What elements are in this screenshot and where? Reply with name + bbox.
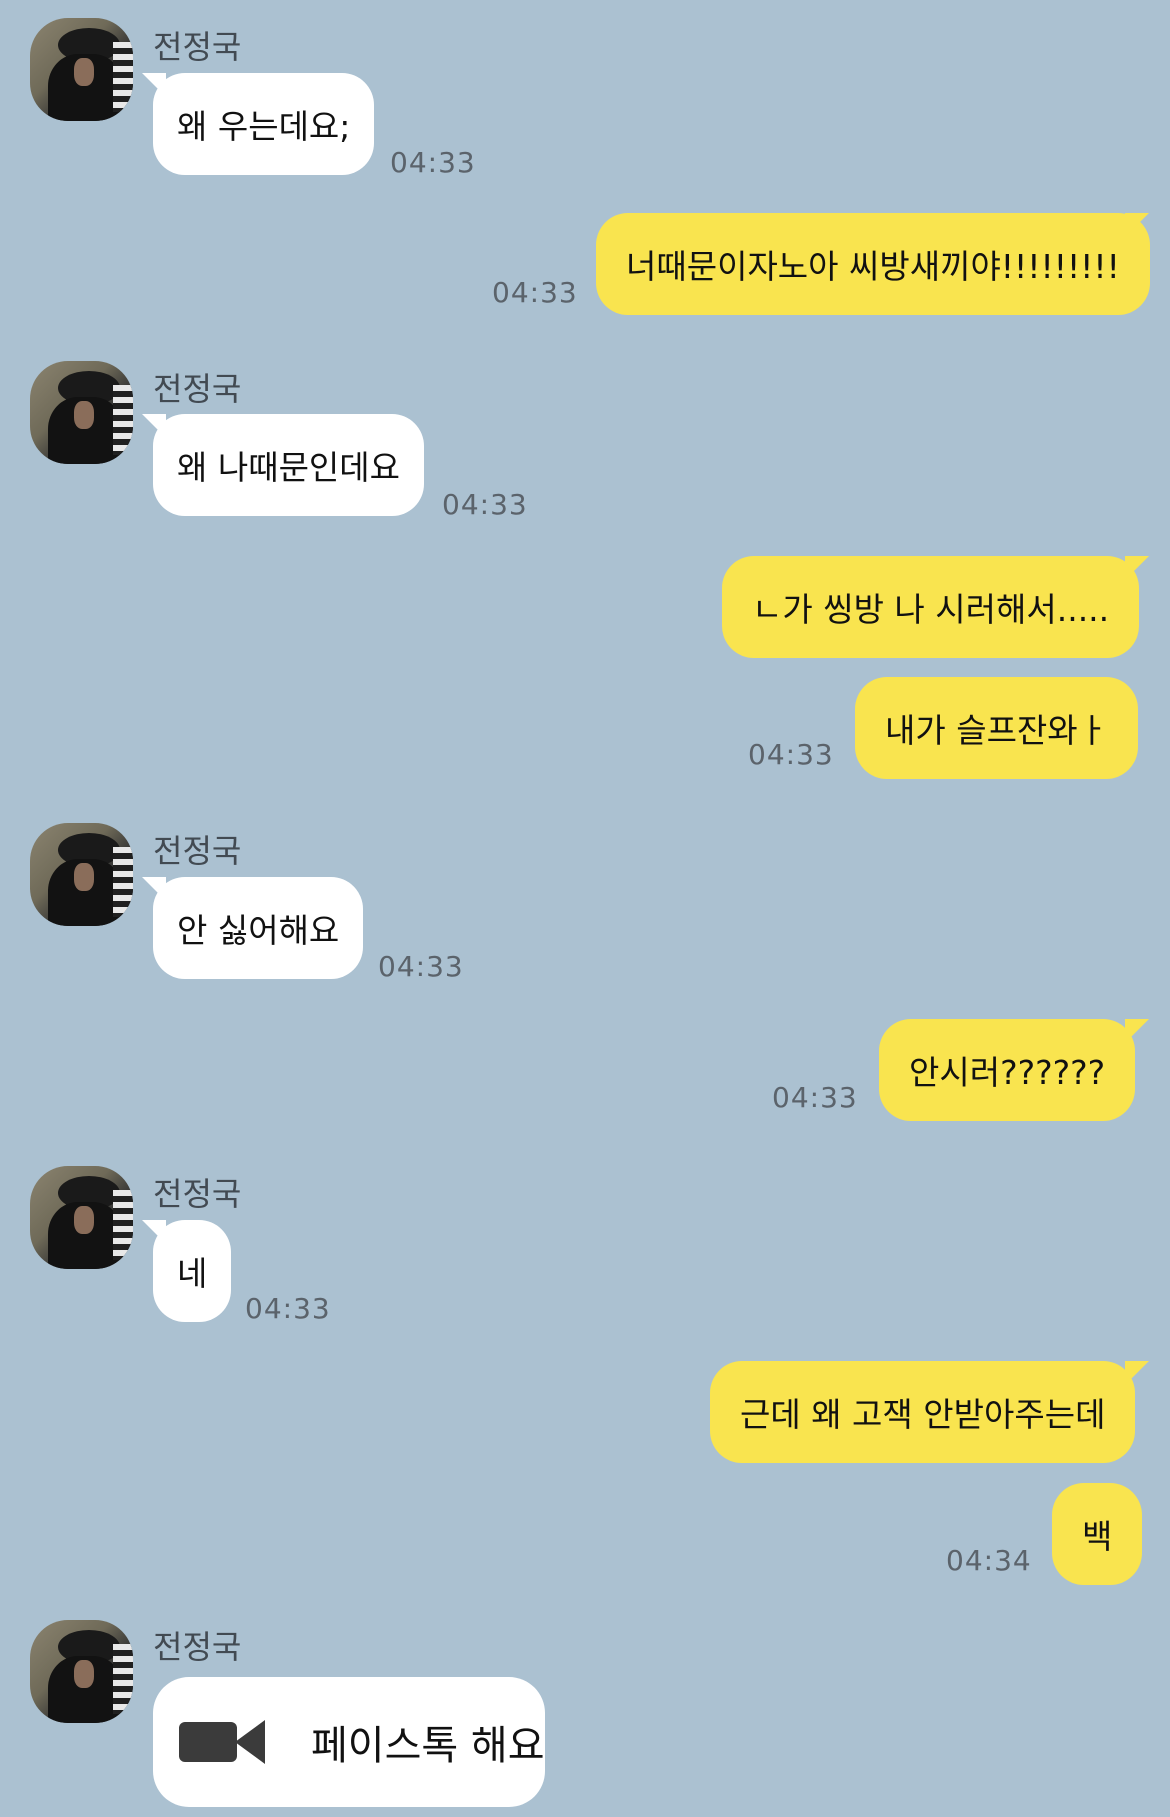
message-bubble-in[interactable]: 안 싫어해요 xyxy=(153,877,364,979)
sender-name: 전정국 xyxy=(153,1628,242,1666)
message-time: 04:33 xyxy=(442,488,528,521)
sender-name: 전정국 xyxy=(153,1175,242,1213)
message-bubble-in[interactable]: 네 xyxy=(153,1220,232,1322)
message-bubble-out[interactable]: 근데 왜 고잭 안받아주는데 xyxy=(710,1361,1136,1463)
contact-avatar[interactable] xyxy=(30,18,133,121)
message-time: 04:33 xyxy=(492,276,578,309)
message-time: 04:33 xyxy=(390,146,476,179)
message-time: 04:33 xyxy=(772,1081,858,1114)
contact-avatar[interactable] xyxy=(30,361,133,464)
message-time: 04:33 xyxy=(378,950,464,983)
message-bubble-in[interactable]: 왜 나때문인데요 xyxy=(153,414,425,516)
message-bubble-out[interactable]: 너때문이자노아 씨방새끼야!!!!!!!!! xyxy=(596,213,1150,315)
contact-avatar[interactable] xyxy=(30,823,133,926)
sender-name: 전정국 xyxy=(153,370,242,408)
message-time: 04:33 xyxy=(748,738,834,771)
facetalk-call-bubble[interactable]: 페이스톡 해요 xyxy=(153,1677,545,1807)
sender-name: 전정국 xyxy=(153,28,242,66)
message-time: 04:33 xyxy=(245,1292,331,1325)
message-time: 04:34 xyxy=(946,1544,1032,1577)
message-bubble-out[interactable]: 내가 슬프잔와ㅏ xyxy=(855,677,1139,779)
contact-avatar[interactable] xyxy=(30,1620,133,1723)
message-bubble-out[interactable]: ㄴ가 씽방 나 시러해서..... xyxy=(722,556,1140,658)
contact-avatar[interactable] xyxy=(30,1166,133,1269)
video-camera-icon xyxy=(179,1720,267,1764)
sender-name: 전정국 xyxy=(153,832,242,870)
message-bubble-in[interactable]: 왜 우는데요; xyxy=(153,73,375,175)
message-bubble-out[interactable]: 안시러?????? xyxy=(879,1019,1136,1121)
facetalk-label: 페이스톡 해요 xyxy=(311,1723,545,1769)
message-bubble-out[interactable]: 백 xyxy=(1052,1483,1143,1585)
